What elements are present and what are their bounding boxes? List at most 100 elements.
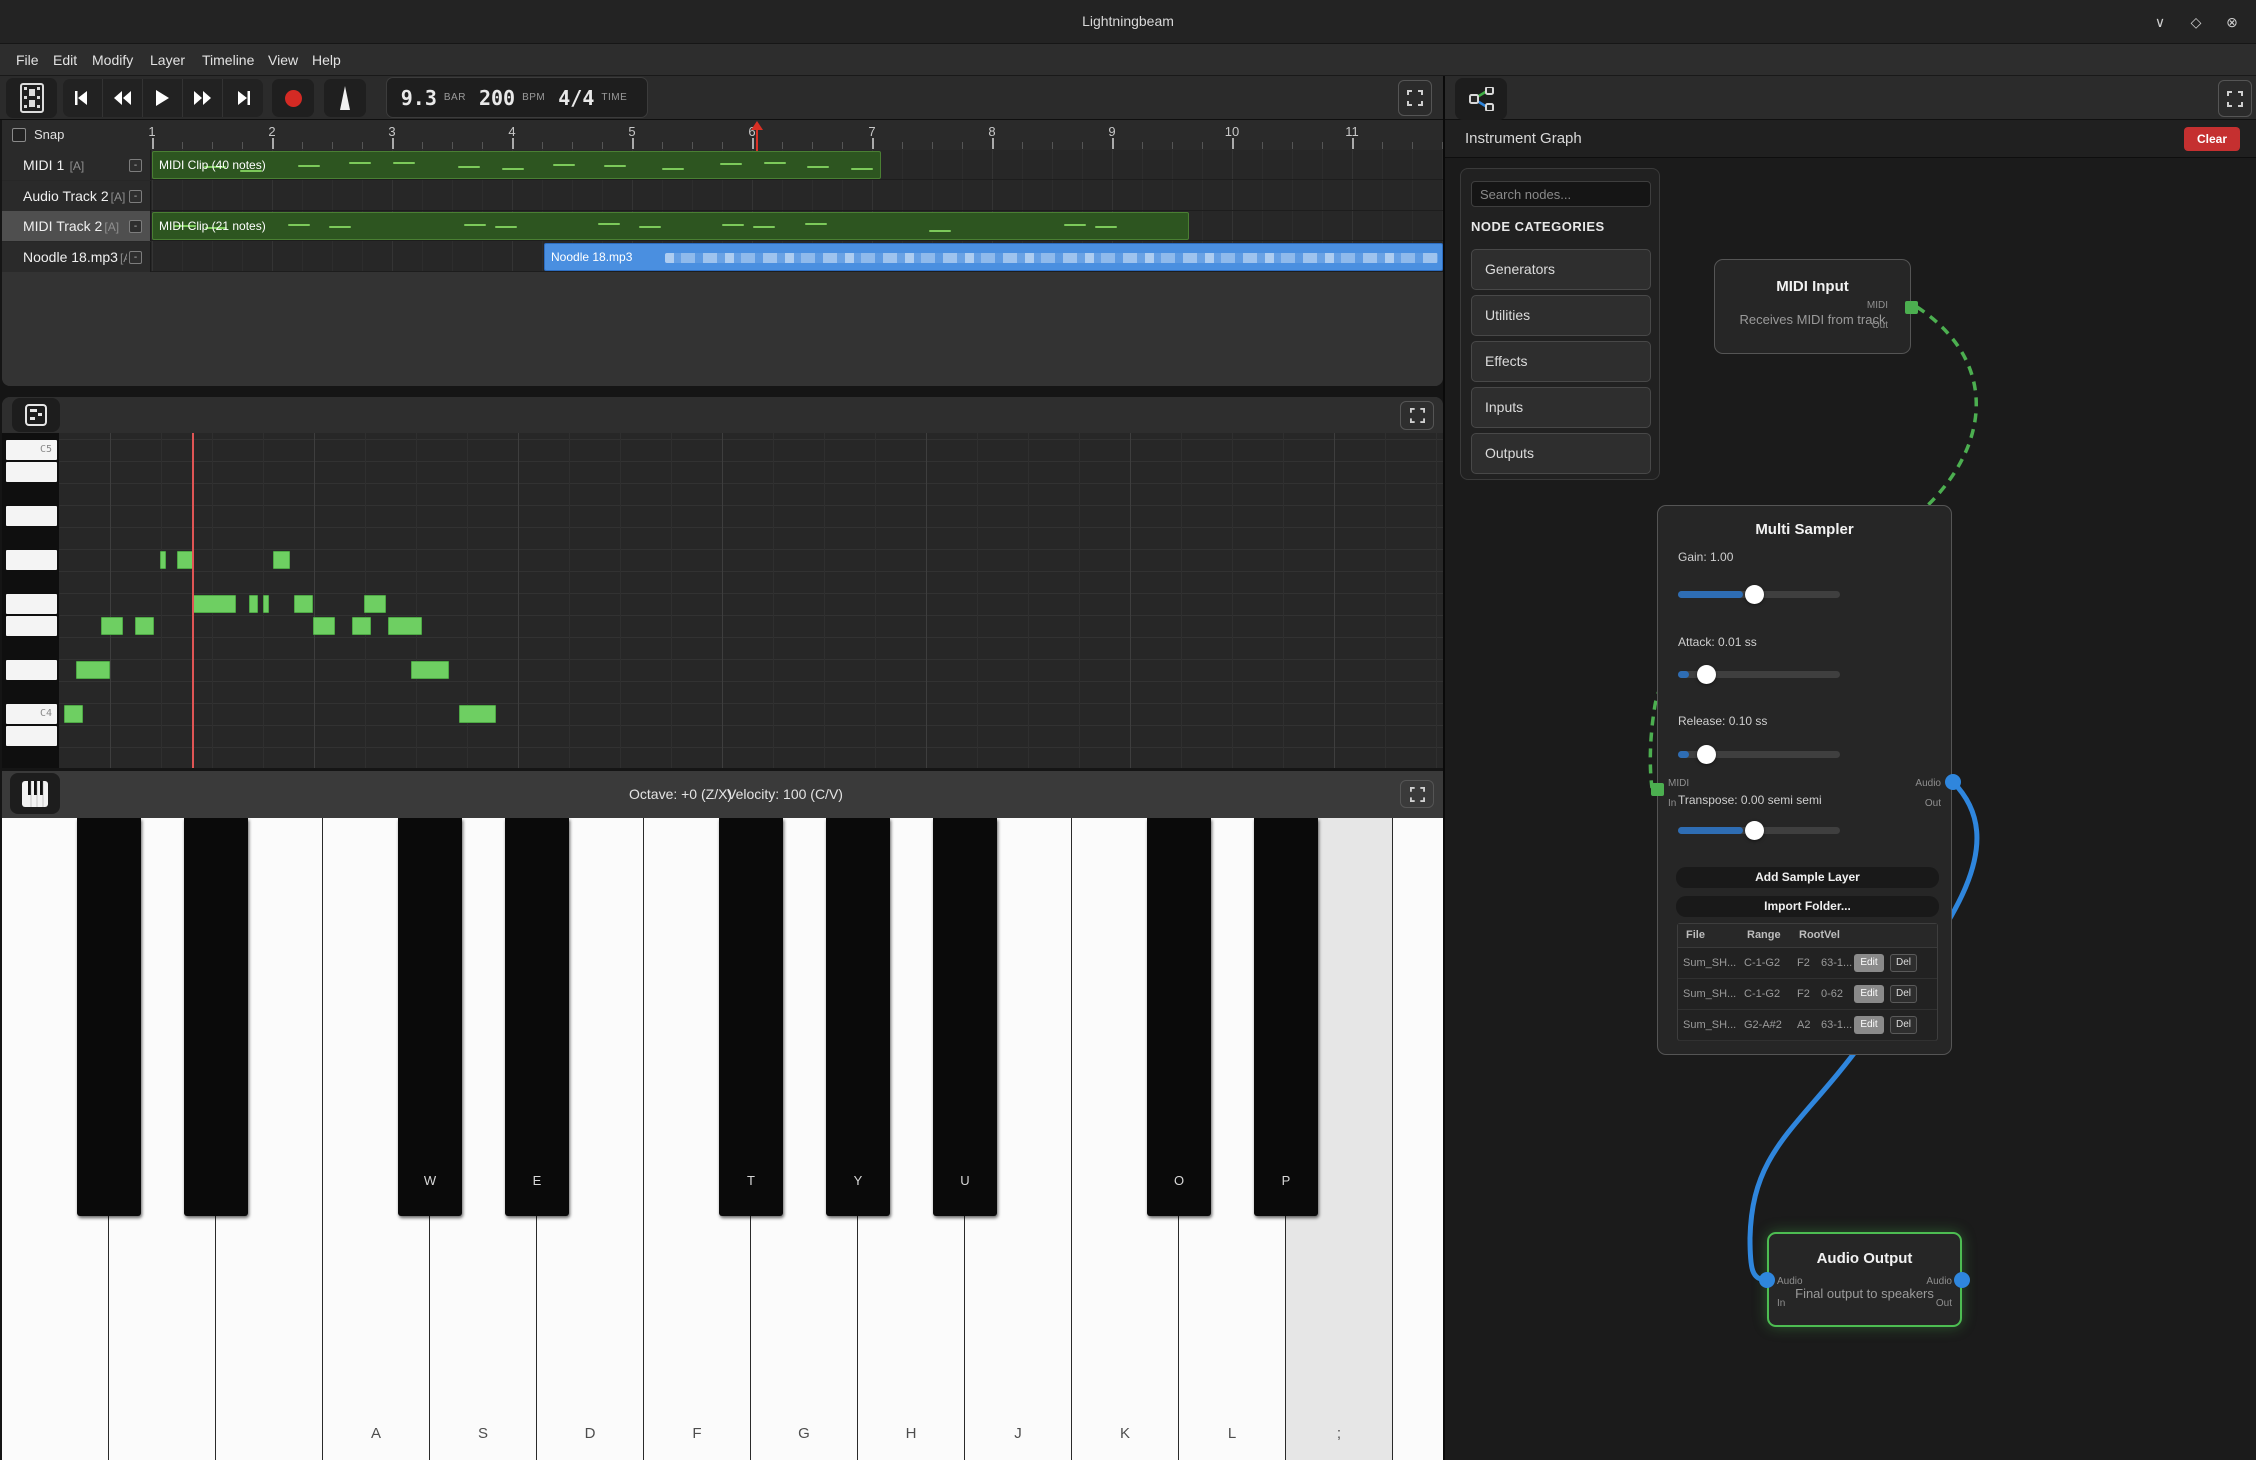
audio-output-out-port[interactable] (1954, 1272, 1970, 1288)
midi-input-out-port[interactable] (1905, 301, 1918, 314)
slider-thumb[interactable] (1745, 585, 1764, 604)
mini-key-F4[interactable] (6, 594, 57, 614)
audio-clip[interactable]: Noodle 18.mp3 (544, 243, 1443, 271)
black-key[interactable]: O (1147, 818, 1211, 1216)
add-sample-layer-button[interactable]: Add Sample Layer (1676, 867, 1939, 888)
minimize-icon[interactable]: ∨ (2148, 10, 2172, 34)
white-key-14[interactable] (1393, 818, 1443, 1460)
menu-file[interactable]: File (10, 50, 45, 70)
midi-note[interactable] (64, 705, 83, 723)
edit-sample-button[interactable]: Edit (1854, 954, 1884, 972)
search-nodes-input[interactable] (1471, 181, 1651, 207)
edit-sample-button[interactable]: Edit (1854, 985, 1884, 1003)
track-header-3[interactable]: MIDI Track 2[A]- (2, 211, 151, 241)
midi-note[interactable] (388, 617, 422, 635)
piano-roll-fullscreen-button[interactable] (1400, 401, 1434, 430)
mini-key-C4[interactable]: C4 (6, 704, 57, 724)
skip-end-button[interactable] (223, 79, 263, 117)
mini-key-A4[interactable] (6, 506, 57, 526)
black-key[interactable]: W (398, 818, 462, 1216)
black-key[interactable]: U (933, 818, 997, 1216)
midi-note[interactable] (249, 595, 258, 613)
midi-note[interactable] (459, 705, 496, 723)
midi-note[interactable] (352, 617, 371, 635)
keyboard-fullscreen-button[interactable] (1400, 780, 1434, 808)
mini-key-B3[interactable] (6, 726, 57, 746)
menu-view[interactable]: View (262, 50, 304, 70)
midi-note[interactable] (193, 595, 236, 613)
track-header-4[interactable]: Noodle 18.mp3[A]- (2, 242, 151, 272)
maximize-icon[interactable]: ◇ (2184, 10, 2208, 34)
audio-output-in-port[interactable] (1759, 1272, 1775, 1288)
midi-input-node[interactable]: MIDI InputReceives MIDI from trackMIDIOu… (1714, 259, 1911, 354)
black-key[interactable] (77, 818, 141, 1216)
timeline-view-button[interactable] (6, 78, 57, 118)
track-header-1[interactable]: MIDI 1 [A]- (2, 150, 151, 180)
mini-key-E4[interactable] (6, 616, 57, 636)
play-button[interactable] (143, 79, 183, 117)
menu-edit[interactable]: Edit (47, 50, 83, 70)
bpm-value[interactable]: 200 (479, 86, 515, 110)
menu-timeline[interactable]: Timeline (196, 50, 260, 70)
audio-output-node[interactable]: Audio OutputFinal output to speakersAudi… (1767, 1232, 1962, 1327)
track-collapse-box[interactable]: - (129, 159, 142, 172)
graph-fullscreen-button[interactable] (2218, 80, 2252, 117)
mini-key-B4[interactable] (6, 462, 57, 482)
slider-thumb[interactable] (1745, 821, 1764, 840)
mini-key-C5[interactable]: C5 (6, 440, 57, 460)
black-key[interactable]: P (1254, 818, 1318, 1216)
keyboard-view-button[interactable] (10, 773, 60, 814)
track-collapse-box[interactable]: - (129, 251, 142, 264)
midi-note[interactable] (294, 595, 313, 613)
midi-note[interactable] (411, 661, 449, 679)
import-folder-button[interactable]: Import Folder... (1676, 896, 1939, 917)
black-key[interactable]: T (719, 818, 783, 1216)
fast-forward-button[interactable] (183, 79, 223, 117)
multi-sampler-midi-in-port[interactable] (1651, 783, 1664, 796)
metronome-button[interactable] (324, 79, 366, 117)
midi-note[interactable] (263, 595, 269, 613)
timeline-empty-area[interactable] (2, 272, 1443, 386)
rewind-button[interactable] (103, 79, 143, 117)
graph-view-button[interactable] (1455, 78, 1507, 120)
multi-sampler-audio-out-port[interactable] (1945, 774, 1961, 790)
track-header-2[interactable]: Audio Track 2[A]- (2, 181, 151, 211)
category-generators[interactable]: Generators (1471, 249, 1651, 290)
midi-note[interactable] (101, 617, 123, 635)
menu-help[interactable]: Help (306, 50, 347, 70)
param-slider[interactable] (1678, 827, 1840, 834)
midi-clip[interactable]: MIDI Clip (40 notes) (152, 151, 881, 179)
midi-note[interactable] (76, 661, 110, 679)
edit-sample-button[interactable]: Edit (1854, 1016, 1884, 1034)
param-slider[interactable] (1678, 591, 1840, 598)
midi-note[interactable] (313, 617, 335, 635)
timeline-fullscreen-button[interactable] (1398, 80, 1432, 116)
midi-note[interactable] (364, 595, 386, 613)
skip-start-button[interactable] (63, 79, 103, 117)
close-icon[interactable]: ⊗ (2220, 10, 2244, 34)
mini-key-G4[interactable] (6, 550, 57, 570)
time-signature-value[interactable]: 4/4 (558, 86, 594, 110)
delete-sample-button[interactable]: Del (1890, 985, 1917, 1003)
black-key[interactable] (184, 818, 248, 1216)
delete-sample-button[interactable]: Del (1890, 1016, 1917, 1034)
menu-layer[interactable]: Layer (144, 50, 191, 70)
piano-roll-view-button[interactable] (12, 398, 60, 432)
midi-note[interactable] (160, 551, 166, 569)
mini-key-D4[interactable] (6, 660, 57, 680)
category-utilities[interactable]: Utilities (1471, 295, 1651, 336)
black-key[interactable]: Y (826, 818, 890, 1216)
param-slider[interactable] (1678, 751, 1840, 758)
midi-note[interactable] (135, 617, 154, 635)
category-outputs[interactable]: Outputs (1471, 433, 1651, 474)
category-inputs[interactable]: Inputs (1471, 387, 1651, 428)
record-button[interactable] (272, 79, 314, 117)
param-slider[interactable] (1678, 671, 1840, 678)
piano-roll-grid[interactable] (59, 433, 1443, 768)
slider-thumb[interactable] (1697, 665, 1716, 684)
delete-sample-button[interactable]: Del (1890, 954, 1917, 972)
track-collapse-box[interactable]: - (129, 220, 142, 233)
midi-note[interactable] (273, 551, 290, 569)
multi-sampler-node[interactable]: Multi SamplerGain: 1.00Attack: 0.01 ssRe… (1657, 505, 1952, 1055)
menu-modify[interactable]: Modify (86, 50, 139, 70)
